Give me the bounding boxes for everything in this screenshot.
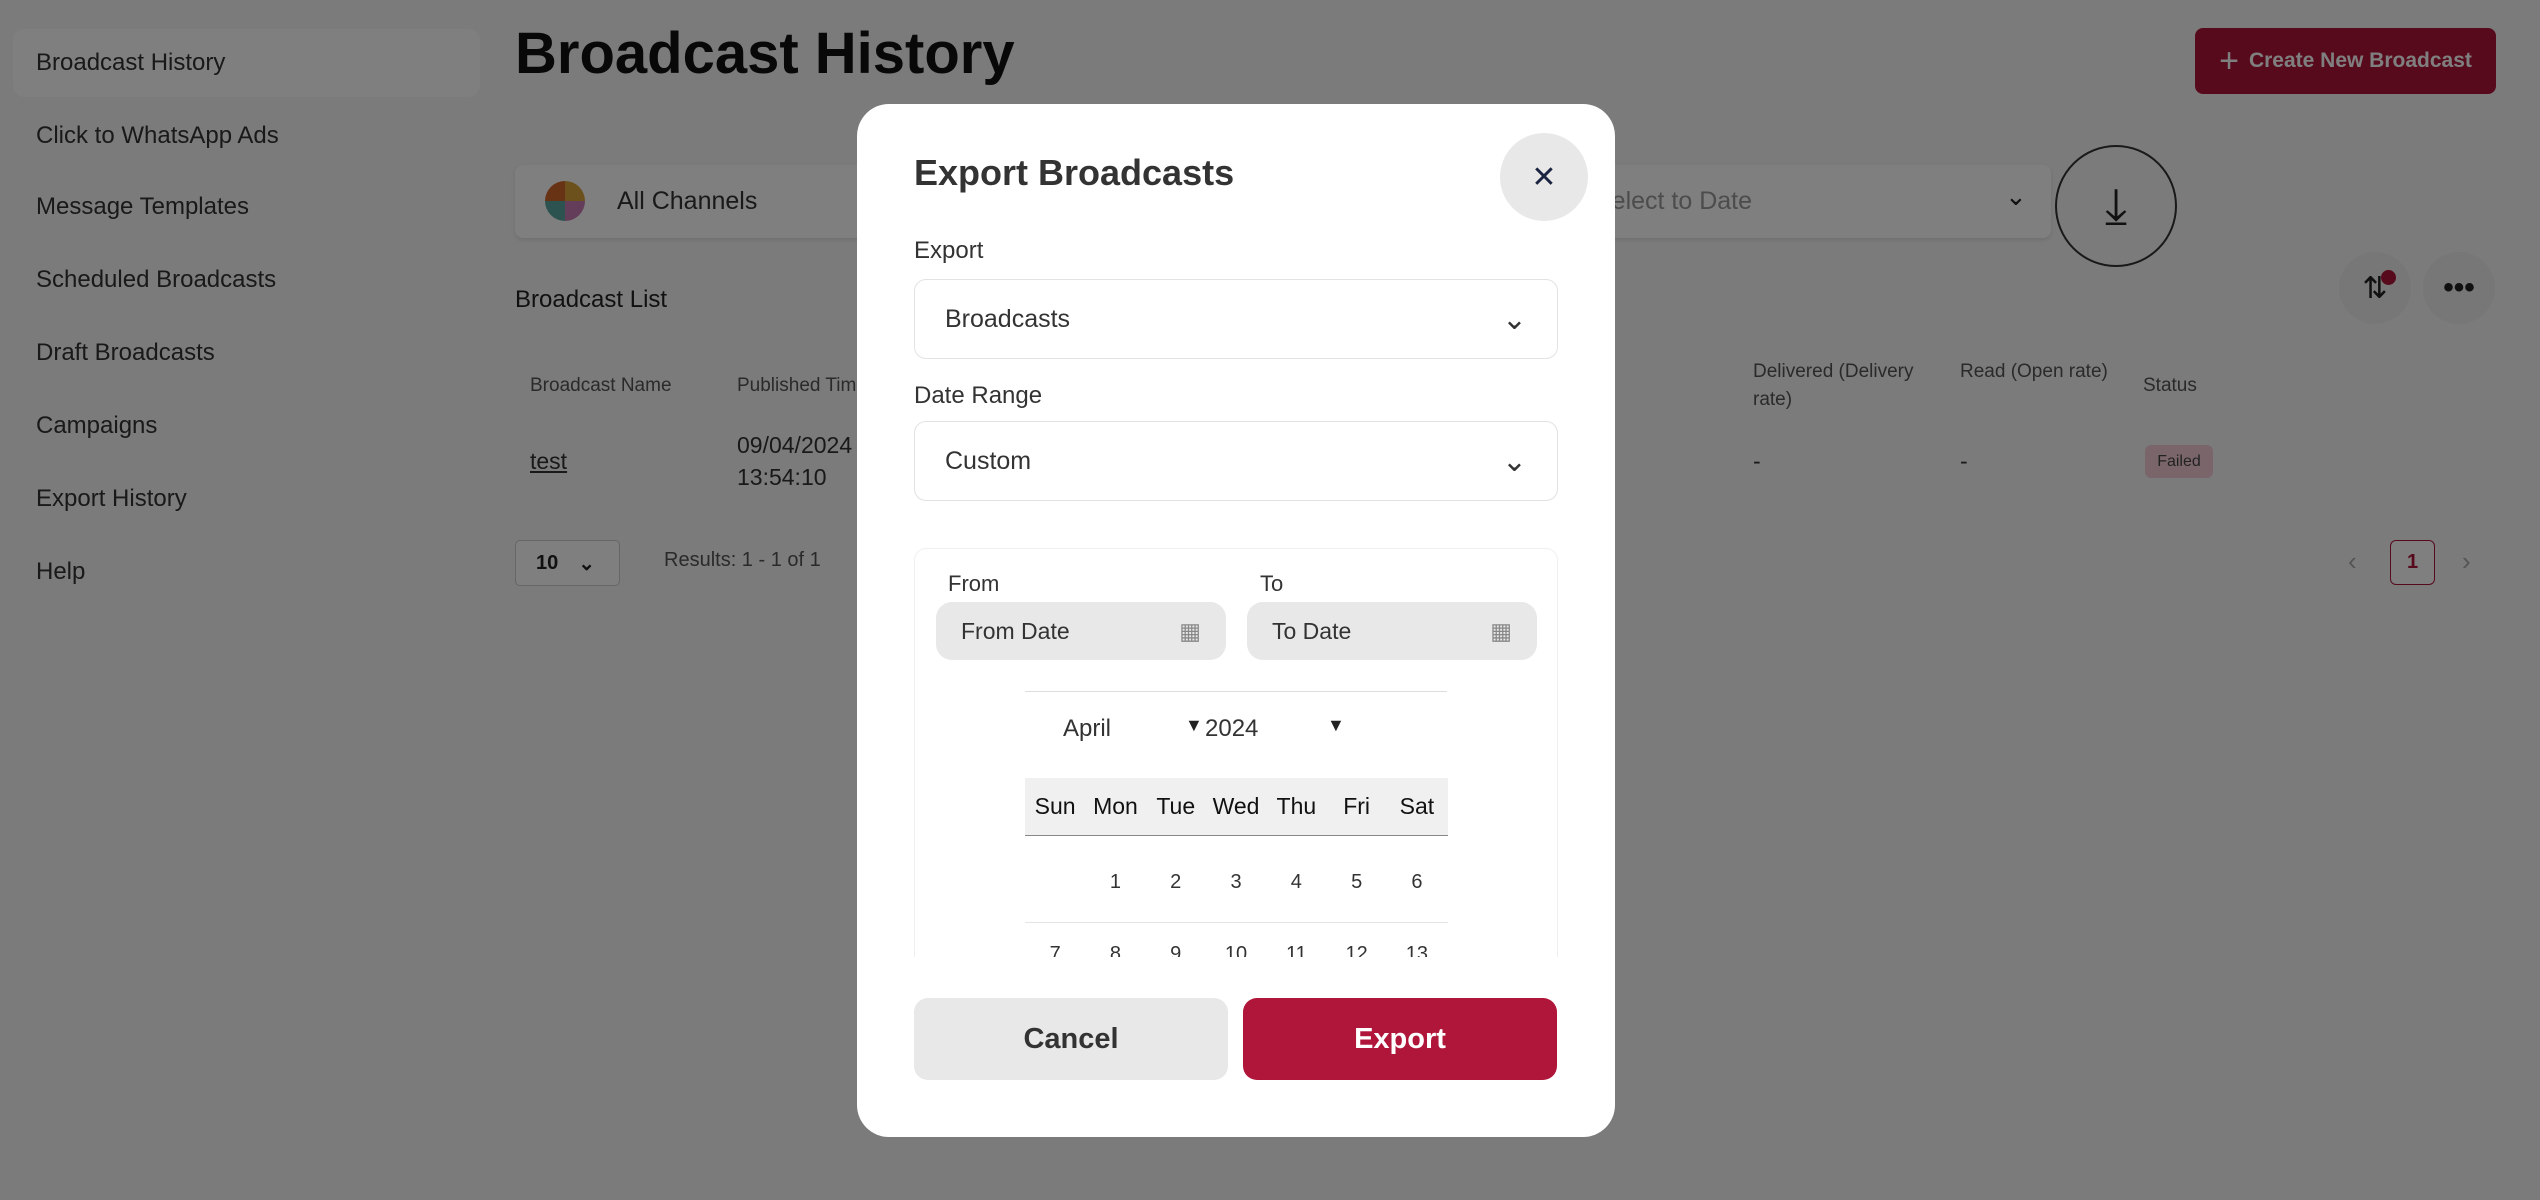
day-cell[interactable]: 5 — [1326, 871, 1386, 922]
to-date-input[interactable]: To Date ▦ — [1247, 602, 1537, 660]
calendar-icon: ▦ — [1179, 617, 1201, 644]
to-date-placeholder: To Date — [1272, 617, 1352, 644]
weekday: Mon — [1093, 793, 1138, 819]
cancel-button[interactable]: Cancel — [914, 998, 1228, 1080]
day-cell[interactable]: 6 — [1387, 871, 1447, 922]
weekday: Wed — [1212, 793, 1260, 819]
month-select[interactable]: April — [1063, 715, 1111, 743]
export-broadcasts-modal: Export Broadcasts ✕ Export Broadcasts ⌄ D… — [857, 104, 1615, 1137]
day-cell[interactable]: 8 — [1085, 943, 1145, 957]
close-button[interactable]: ✕ — [1500, 133, 1588, 221]
calendar-week-1: 123456 — [1025, 871, 1448, 923]
export-button[interactable]: Export — [1243, 998, 1557, 1080]
day-cell[interactable]: 7 — [1025, 943, 1085, 957]
export-type-value: Broadcasts — [945, 304, 1071, 333]
calendar-week-2: 7 8 9 10 11 12 13 — [1025, 943, 1448, 957]
day-cell[interactable]: 4 — [1266, 871, 1326, 922]
caret-down-icon: ▼ — [1185, 715, 1203, 735]
weekday: Thu — [1276, 793, 1317, 819]
close-icon: ✕ — [1531, 160, 1557, 194]
day-cell[interactable] — [1025, 871, 1085, 922]
modal-title: Export Broadcasts — [914, 152, 1235, 193]
year-select[interactable]: 2024 — [1205, 715, 1258, 743]
day-cell[interactable]: 3 — [1206, 871, 1266, 922]
weekday: Sat — [1399, 793, 1435, 819]
day-cell[interactable]: 11 — [1266, 943, 1326, 957]
chevron-down-icon: ⌄ — [1501, 302, 1527, 336]
caret-down-icon: ▼ — [1327, 715, 1345, 735]
date-range-select[interactable]: Custom ⌄ — [914, 421, 1558, 501]
date-range-label: Date Range — [914, 382, 1043, 409]
weekday: Sun — [1034, 793, 1076, 819]
custom-date-panel: From To From Date ▦ To Date ▦ April ▼ 2024… — [914, 548, 1558, 957]
from-date-input[interactable]: From Date ▦ — [936, 602, 1226, 660]
divider — [1025, 691, 1447, 692]
date-range-value: Custom — [945, 446, 1032, 475]
day-cell[interactable]: 13 — [1387, 943, 1447, 957]
weekday: Tue — [1156, 793, 1196, 819]
day-cell[interactable]: 12 — [1326, 943, 1386, 957]
from-label: From — [948, 571, 1000, 596]
day-cell[interactable]: 10 — [1206, 943, 1266, 957]
to-label: To — [1260, 571, 1284, 596]
weekday-header: Sun Mon Tue Wed Thu Fri Sat — [1025, 778, 1448, 836]
from-date-placeholder: From Date — [961, 617, 1070, 644]
day-cell[interactable]: 9 — [1146, 943, 1206, 957]
day-cell[interactable]: 1 — [1085, 871, 1145, 922]
export-label: Export — [914, 237, 984, 264]
weekday: Fri — [1343, 793, 1371, 819]
day-cell[interactable]: 2 — [1146, 871, 1206, 922]
chevron-down-icon: ⌄ — [1501, 444, 1527, 478]
calendar-icon: ▦ — [1490, 617, 1512, 644]
export-type-select[interactable]: Broadcasts ⌄ — [914, 279, 1558, 359]
